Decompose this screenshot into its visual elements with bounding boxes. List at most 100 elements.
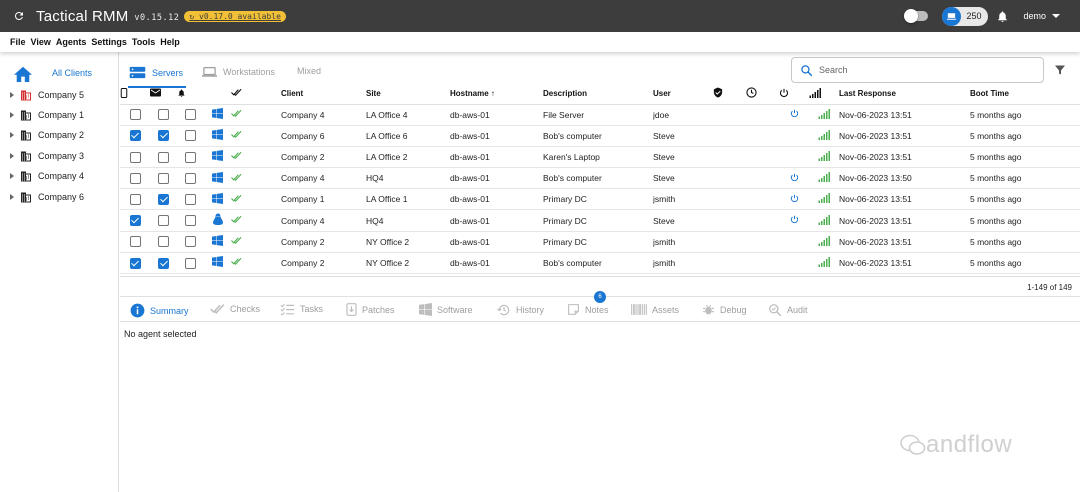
table-row[interactable]: Company 4 HQ4 db-aws-01 Bob's computer Steve… bbox=[120, 167, 1080, 190]
sidebar-client-company-6[interactable]: Company 6 bbox=[10, 190, 84, 204]
menu-view[interactable]: View bbox=[31, 37, 51, 47]
table-row[interactable]: Company 4 LA Office 4 db-aws-01 File Server… bbox=[120, 104, 1080, 126]
col-header-patches[interactable] bbox=[713, 84, 746, 105]
sidebar-client-company-5[interactable]: Company 5 bbox=[10, 88, 84, 102]
all-clients-node[interactable]: All Clients bbox=[12, 64, 92, 82]
tab-assets[interactable]: Assets bbox=[631, 303, 679, 316]
tab-notes[interactable]: Notes bbox=[567, 303, 609, 316]
tab-summary[interactable]: Summary bbox=[130, 303, 189, 318]
table-row[interactable]: Company 1 LA Office 1 db-aws-01 Primary DC j… bbox=[120, 188, 1080, 211]
bell-alert-checkbox[interactable] bbox=[185, 109, 196, 121]
status-cell bbox=[809, 125, 839, 147]
bell-alert-checkbox[interactable] bbox=[185, 215, 196, 227]
mail-alert-checkbox[interactable] bbox=[158, 215, 169, 227]
update-badge[interactable]: ↻ v0.17.0 available bbox=[184, 11, 286, 22]
sidebar-client-company-3[interactable]: Company 3 bbox=[10, 149, 84, 163]
tab-audit[interactable]: Audit bbox=[768, 303, 808, 317]
col-header-site[interactable]: Site bbox=[366, 84, 450, 105]
dark-mode-toggle[interactable] bbox=[904, 9, 929, 23]
bell-alert-checkbox[interactable] bbox=[185, 172, 196, 184]
expand-arrow-icon[interactable] bbox=[10, 173, 14, 179]
mail-alert-checkbox[interactable] bbox=[158, 130, 169, 142]
bell-alert-checkbox[interactable] bbox=[185, 257, 196, 269]
menu-help[interactable]: Help bbox=[160, 37, 180, 47]
mail-alert-checkbox[interactable] bbox=[158, 236, 169, 248]
user-menu[interactable]: demo bbox=[1023, 11, 1046, 21]
table-row[interactable]: Company 2 NY Office 2 db-aws-01 Bob's compu… bbox=[120, 252, 1080, 275]
mail-alert-checkbox[interactable] bbox=[158, 109, 169, 121]
expand-arrow-icon[interactable] bbox=[10, 92, 14, 98]
site-cell: NY Office 2 bbox=[366, 252, 450, 275]
tab-patches[interactable]: Patches bbox=[346, 303, 395, 316]
agent-count-chip[interactable]: 250 bbox=[942, 6, 989, 26]
mail-alert-checkbox[interactable] bbox=[158, 172, 169, 184]
bell-alert-checkbox[interactable] bbox=[185, 193, 196, 205]
col-header-checks[interactable] bbox=[231, 84, 281, 105]
table-row[interactable]: Company 2 NY Office 2 db-aws-01 Primary DC j… bbox=[120, 231, 1080, 253]
tab-history[interactable]: History bbox=[497, 303, 544, 317]
col-header-status[interactable] bbox=[809, 84, 839, 105]
menu-tools[interactable]: Tools bbox=[132, 37, 155, 47]
row-select-checkbox[interactable] bbox=[129, 257, 141, 269]
boot-time-cell: 5 months ago bbox=[970, 125, 1080, 147]
col-header-client[interactable]: Client bbox=[281, 84, 366, 105]
col-header-reboot[interactable] bbox=[779, 84, 809, 105]
checks-status-cell bbox=[231, 209, 281, 232]
tab-debug[interactable]: Debug bbox=[702, 303, 747, 316]
patches-cell bbox=[713, 252, 746, 275]
col-header-hostname[interactable]: Hostname ↑ bbox=[450, 84, 543, 105]
expand-arrow-icon[interactable] bbox=[10, 153, 14, 159]
row-select-checkbox[interactable] bbox=[129, 130, 141, 142]
table-row[interactable]: Company 6 LA Office 6 db-aws-01 Bob's compu… bbox=[120, 125, 1080, 147]
refresh-icon[interactable] bbox=[12, 9, 26, 23]
search-input[interactable] bbox=[819, 65, 1019, 75]
table-row[interactable]: Company 4 HQ4 db-aws-01 Primary DC Steve Nov-… bbox=[120, 209, 1080, 232]
tab-tasks[interactable]: Tasks bbox=[280, 303, 323, 315]
row-select-checkbox[interactable] bbox=[129, 193, 141, 205]
bell-alert-checkbox[interactable] bbox=[185, 236, 196, 248]
menu-agents[interactable]: Agents bbox=[56, 37, 87, 47]
expand-arrow-icon[interactable] bbox=[10, 112, 14, 118]
tab-workstations-label: Workstations bbox=[223, 67, 275, 77]
mail-alert-cell bbox=[150, 188, 177, 211]
col-header-description[interactable]: Description bbox=[543, 84, 653, 105]
col-header-alert[interactable] bbox=[177, 84, 204, 105]
bell-icon[interactable] bbox=[996, 10, 1009, 23]
row-select-checkbox[interactable] bbox=[129, 236, 141, 248]
bell-alert-checkbox[interactable] bbox=[185, 130, 196, 142]
tab-servers[interactable]: Servers bbox=[129, 66, 183, 79]
tab-workstations[interactable]: Workstations bbox=[202, 66, 275, 78]
row-select-checkbox[interactable] bbox=[129, 109, 141, 121]
row-select-checkbox[interactable] bbox=[129, 215, 141, 227]
expand-arrow-icon[interactable] bbox=[10, 132, 14, 138]
bell-alert-checkbox[interactable] bbox=[185, 151, 196, 163]
sidebar-client-company-2[interactable]: Company 2 bbox=[10, 128, 84, 142]
sidebar-client-company-4[interactable]: Company 4 bbox=[10, 169, 84, 183]
table-row[interactable]: Company 2 LA Office 2 db-aws-01 Karen's Lap… bbox=[120, 146, 1080, 169]
bell-alert-cell bbox=[177, 146, 204, 169]
tab-checks[interactable]: Checks bbox=[210, 303, 260, 315]
menu-settings[interactable]: Settings bbox=[91, 37, 127, 47]
mail-alert-checkbox[interactable] bbox=[158, 151, 169, 163]
row-select-checkbox[interactable] bbox=[129, 151, 141, 163]
col-header-device[interactable] bbox=[120, 84, 150, 105]
row-select-checkbox[interactable] bbox=[129, 172, 141, 184]
chevron-down-icon[interactable] bbox=[1052, 14, 1060, 18]
mail-alert-checkbox[interactable] bbox=[158, 257, 169, 269]
hostname-cell: db-aws-01 bbox=[450, 167, 543, 190]
description-cell: Primary DC bbox=[543, 188, 653, 211]
filter-icon[interactable] bbox=[1054, 64, 1066, 76]
note-icon bbox=[568, 304, 579, 315]
menu-file[interactable]: File bbox=[10, 37, 26, 47]
col-header-boot-time[interactable]: Boot Time bbox=[970, 84, 1080, 105]
col-header-pending-actions[interactable] bbox=[746, 84, 779, 105]
mail-alert-checkbox[interactable] bbox=[158, 193, 169, 205]
sidebar-client-company-1[interactable]: Company 1 bbox=[10, 108, 84, 122]
tab-mixed[interactable]: Mixed bbox=[297, 66, 321, 76]
col-header-user[interactable]: User bbox=[653, 84, 713, 105]
col-header-mail[interactable] bbox=[150, 84, 177, 105]
col-header-last-response[interactable]: Last Response bbox=[839, 84, 970, 105]
tab-software[interactable]: Software bbox=[419, 303, 473, 316]
tab-label: Debug bbox=[720, 304, 747, 315]
expand-arrow-icon[interactable] bbox=[10, 194, 14, 200]
